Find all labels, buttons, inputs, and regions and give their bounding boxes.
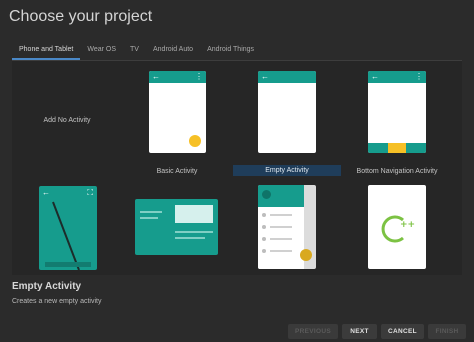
bottom-navigation-preview: ← ⋮ — [368, 71, 426, 153]
template-bottom-navigation[interactable]: ← ⋮ Bottom Navigation Activity — [344, 63, 460, 177]
list-line — [140, 211, 162, 213]
drawer-item-line — [270, 226, 292, 228]
app-bar: ← ⋮ — [368, 71, 426, 83]
template-empty-activity[interactable]: ← Empty Activity — [233, 63, 341, 177]
drawer-item-line — [270, 250, 292, 252]
back-arrow-icon: ← — [42, 188, 50, 197]
template-master-detail[interactable] — [124, 181, 230, 275]
basic-activity-preview: ← ⋮ — [149, 71, 206, 153]
fab-icon — [189, 135, 201, 147]
platform-tabs: Phone and Tablet Wear OS TV Android Auto… — [12, 44, 261, 60]
app-bar: ← — [258, 71, 316, 83]
back-arrow-icon: ← — [152, 72, 160, 81]
tab-android-things[interactable]: Android Things — [200, 44, 261, 60]
template-no-activity[interactable]: Add No Activity — [14, 63, 120, 175]
svg-text:++: ++ — [400, 220, 415, 230]
fullscreen-preview: ← ⛶ — [39, 186, 97, 270]
overflow-menu-icon: ⋮ — [415, 72, 423, 81]
template-navigation-drawer[interactable] — [233, 181, 341, 275]
selected-template-description: Creates a new empty activity — [12, 298, 102, 305]
tab-tv[interactable]: TV — [123, 44, 146, 60]
back-arrow-icon: ← — [261, 72, 269, 81]
template-native-cpp[interactable]: ++ — [344, 181, 460, 275]
template-fullscreen-activity[interactable]: ← ⛶ — [14, 181, 120, 275]
drawer-item — [262, 249, 266, 253]
selected-template-title: Empty Activity — [12, 281, 82, 292]
tab-android-auto[interactable]: Android Auto — [146, 44, 200, 60]
drawer-avatar — [262, 190, 271, 199]
detail-line — [175, 237, 205, 239]
tab-phone-and-tablet[interactable]: Phone and Tablet — [12, 44, 81, 60]
next-button[interactable]: NEXT — [342, 324, 377, 339]
overflow-menu-icon: ⋮ — [195, 72, 203, 81]
back-arrow-icon: ← — [371, 72, 379, 81]
controls-bar — [45, 262, 91, 267]
list-line — [140, 217, 158, 219]
drawer-header — [258, 185, 304, 207]
fullscreen-icon: ⛶ — [87, 188, 93, 197]
dialog-title: Choose your project — [9, 8, 153, 25]
template-label: Basic Activity — [156, 168, 198, 175]
drawer-item-line — [270, 214, 292, 216]
tab-wear-os[interactable]: Wear OS — [80, 44, 123, 60]
detail-line — [175, 231, 213, 233]
selected-nav-item — [388, 143, 406, 153]
fullscreen-diagonal — [52, 201, 80, 270]
drawer-item — [262, 225, 266, 229]
finish-button[interactable]: FINISH — [428, 324, 466, 339]
template-label: Bottom Navigation Activity — [356, 168, 438, 175]
drawer-item — [262, 213, 266, 217]
cpp-logo-icon: ++ — [381, 215, 415, 243]
bottom-navigation-bar — [368, 143, 426, 153]
drawer-panel — [258, 207, 304, 269]
master-detail-preview — [135, 199, 218, 255]
previous-button[interactable]: PREVIOUS — [288, 324, 338, 339]
template-basic-activity[interactable]: ← ⋮ Basic Activity — [124, 63, 230, 177]
template-label: Empty Activity — [233, 165, 341, 176]
drawer-item-line — [270, 238, 292, 240]
cancel-button[interactable]: CANCEL — [381, 324, 424, 339]
template-label: Add No Activity — [43, 117, 91, 124]
fab-icon — [300, 249, 312, 261]
template-grid: Add No Activity ← ⋮ Basic Activity ← Emp… — [12, 61, 462, 275]
drawer-item — [262, 237, 266, 241]
app-bar: ← ⋮ — [149, 71, 206, 83]
detail-panel — [175, 205, 213, 223]
navigation-drawer-preview — [258, 185, 316, 269]
native-cpp-preview: ++ — [368, 185, 426, 269]
empty-activity-preview: ← — [258, 71, 316, 153]
